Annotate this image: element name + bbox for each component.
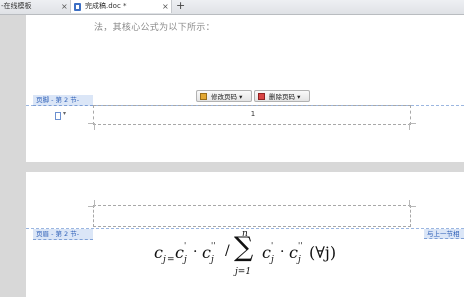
- tab-document[interactable]: 完成稿.doc * ×: [70, 0, 172, 13]
- close-icon[interactable]: ×: [162, 0, 169, 13]
- formula-symbol: c: [262, 243, 271, 262]
- formula-symbol: c: [154, 243, 163, 262]
- formula-superscript: ': [184, 241, 187, 250]
- formula-superscript: ': [271, 241, 274, 250]
- chevron-down-icon[interactable]: ▾: [63, 110, 66, 117]
- word-document-icon: [74, 3, 81, 11]
- body-text: 法，其核心公式为以下所示：: [94, 23, 215, 33]
- formula-operator: /: [225, 243, 230, 259]
- chevron-down-icon: ▾: [297, 93, 301, 101]
- button-label: 删除页码: [269, 93, 295, 101]
- edit-icon: [200, 93, 207, 100]
- new-tab-button[interactable]: +: [176, 0, 185, 12]
- formula-sum: ∑: [234, 232, 254, 263]
- close-icon[interactable]: ×: [61, 0, 68, 13]
- formula-subscript: j: [211, 255, 214, 265]
- footer-area[interactable]: 1: [88, 105, 416, 130]
- footer-section-label: 页脚 - 第 2 节-: [33, 95, 93, 106]
- page-number: 1: [250, 110, 256, 118]
- formula-operator: ·: [193, 244, 198, 260]
- formula: c j = c ' j · c '' j / n ∑ j=1 c ' j · c…: [154, 229, 384, 284]
- document-page-2: 页眉 - 第 2 节- 与上一节相 c j = c ' j · c '' j /…: [26, 172, 464, 297]
- delete-page-number-button[interactable]: 删除页码 ▾: [254, 90, 310, 102]
- link-to-previous-label[interactable]: 与上一节相: [424, 229, 464, 239]
- margin-corner-mark: [88, 123, 95, 130]
- formula-subscript: j: [184, 255, 187, 265]
- document-page-1: 法，其核心公式为以下所示： 页脚 - 第 2 节- 修改页码 ▾ 删除页码 ▾ …: [26, 15, 464, 162]
- formula-symbol: c: [175, 243, 184, 262]
- formula-operator: ·: [280, 244, 285, 260]
- margin-corner-mark: [409, 123, 416, 130]
- formula-subscript: j: [298, 255, 301, 265]
- tab-label: -在线模板: [1, 2, 32, 10]
- formula-symbol: c: [289, 243, 298, 262]
- tab-online-template[interactable]: -在线模板 ×: [0, 0, 70, 13]
- margin-corner-mark: [409, 200, 416, 207]
- tab-label: 完成稿.doc *: [85, 2, 127, 10]
- header-section-label: 页眉 - 第 2 节-: [33, 229, 93, 240]
- formula-subscript: j: [163, 255, 166, 265]
- chevron-down-icon: ▾: [239, 93, 243, 101]
- formula-quantifier: (∀j): [309, 243, 337, 262]
- formula-subscript: j: [271, 255, 274, 265]
- header-area[interactable]: [88, 200, 416, 227]
- margin-corner-mark: [88, 200, 95, 207]
- formula-superscript: '': [298, 241, 303, 250]
- formula-lower-limit: j=1: [235, 267, 252, 277]
- tab-bar: -在线模板 × 完成稿.doc * × +: [0, 0, 464, 15]
- delete-icon: [258, 93, 265, 100]
- edit-page-number-button[interactable]: 修改页码 ▾: [196, 90, 252, 102]
- formula-superscript: '': [211, 241, 216, 250]
- button-label: 修改页码: [211, 93, 237, 101]
- formula-operator: =: [167, 255, 175, 265]
- formula-symbol: c: [202, 243, 211, 262]
- page-icon[interactable]: [55, 112, 61, 120]
